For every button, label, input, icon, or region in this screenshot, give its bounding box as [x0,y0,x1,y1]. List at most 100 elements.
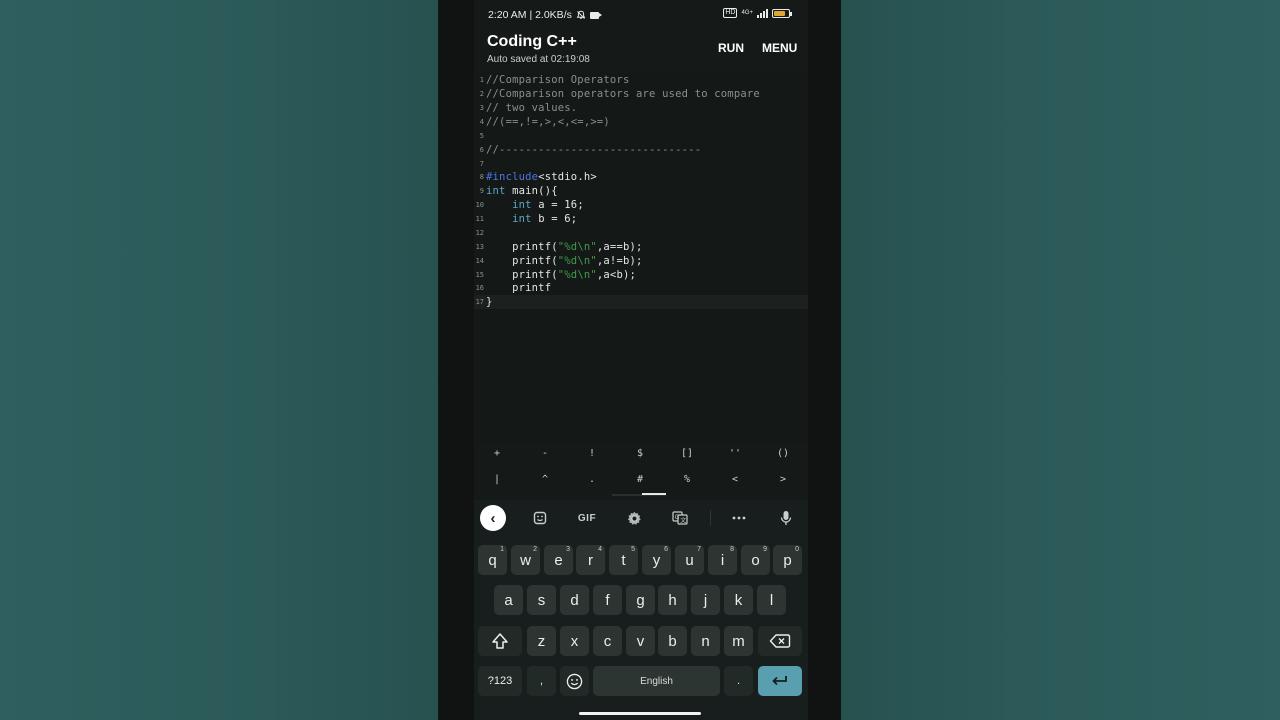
code-line[interactable]: 6 //------------------------------- [474,143,808,157]
key-s[interactable]: s [527,585,556,615]
shift-key[interactable] [478,626,522,656]
symbol-key[interactable]: # [625,474,655,485]
code-line[interactable]: 8 #include<stdio.h> [474,170,808,184]
key-e[interactable]: e3 [544,545,573,575]
symbol-key[interactable]: + [482,448,512,459]
key-i[interactable]: i8 [708,545,737,575]
code-line-current[interactable]: 17 } [474,295,808,309]
key-z[interactable]: z [527,626,556,656]
code-line[interactable]: 15 printf("%d\n",a<b); [474,268,808,282]
line-number: 11 [475,215,484,223]
symbol-key[interactable]: < [720,474,750,485]
key-q[interactable]: q1 [478,545,507,575]
emoji-key[interactable] [560,666,589,696]
key-d[interactable]: d [560,585,589,615]
key-j[interactable]: j [691,585,720,615]
autosave-status: Auto saved at 02:19:08 [487,54,590,65]
code-editor[interactable]: 1 //Comparison Operators 2 //Comparison … [474,73,808,443]
key-l[interactable]: l [757,585,786,615]
code-rest: b = 6; [531,213,578,225]
symbol-key[interactable]: . [577,474,607,485]
space-key[interactable]: English [593,666,720,696]
line-number: 5 [479,132,484,140]
code-line[interactable]: 10 int a = 16; [474,198,808,212]
line-number: 16 [475,284,484,292]
back-icon[interactable]: ‹ [480,505,506,531]
code-line[interactable]: 5 [474,129,808,143]
line-number: 3 [479,104,484,112]
keyboard-toolbar: ‹ GIF G文 [474,500,808,536]
backspace-key[interactable] [758,626,802,656]
key-t[interactable]: t5 [609,545,638,575]
key-a[interactable]: a [494,585,523,615]
line-number: 4 [479,118,484,126]
key-b[interactable]: b [658,626,687,656]
key-g[interactable]: g [626,585,655,615]
sticker-icon[interactable] [527,508,553,528]
key-u[interactable]: u7 [675,545,704,575]
code-text: int b = 6; [486,212,577,226]
more-icon[interactable] [726,508,752,528]
key-c[interactable]: c [593,626,622,656]
line-number: 9 [479,187,484,195]
comma-key[interactable]: , [527,666,556,696]
symbol-row-2: | ^ . # % < > [474,472,808,496]
key-w[interactable]: w2 [511,545,540,575]
mic-icon[interactable] [773,508,799,528]
toolbar-divider [710,510,711,526]
symbol-key[interactable]: | [482,474,512,485]
key-n[interactable]: n [691,626,720,656]
code-line[interactable]: 11 int b = 6; [474,212,808,226]
code-text: printf [486,282,552,294]
symbol-key[interactable]: [] [672,448,702,459]
code-rest: a = 16; [531,199,584,211]
run-button[interactable]: RUN [718,41,744,55]
key-y[interactable]: y6 [642,545,671,575]
translate-icon[interactable]: G文 [667,508,693,528]
symbol-key[interactable]: ! [577,448,607,459]
key-h[interactable]: h [658,585,687,615]
code-line[interactable]: 4 //(==,!=,>,<,<=,>=) [474,115,808,129]
symbols-key[interactable]: ?123 [478,666,522,696]
code-prefix: printf( [486,241,558,253]
keyword-token: int [512,213,532,225]
settings-icon[interactable] [621,508,647,528]
code-prefix: printf( [486,255,558,267]
gif-icon[interactable]: GIF [574,508,600,528]
symbol-key[interactable]: > [768,474,798,485]
symbol-key[interactable]: '' [720,448,750,459]
code-line[interactable]: 14 printf("%d\n",a!=b); [474,254,808,268]
symbol-key[interactable]: - [530,448,560,459]
symbol-key[interactable]: () [768,448,798,459]
code-line[interactable]: 7 [474,157,808,171]
period-key[interactable]: . [724,666,753,696]
symbol-key[interactable]: % [672,474,702,485]
key-r[interactable]: r4 [576,545,605,575]
symbol-key[interactable]: $ [625,448,655,459]
symbol-key[interactable]: ^ [530,474,560,485]
code-line[interactable]: 16 printf [474,281,808,295]
bell-muted-icon [576,10,586,19]
key-o[interactable]: o9 [741,545,770,575]
code-text: //Comparison operators are used to compa… [486,88,760,100]
menu-button[interactable]: MENU [762,41,797,55]
code-line[interactable]: 2 //Comparison operators are used to com… [474,87,808,101]
code-line[interactable]: 9 int main(){ [474,184,808,198]
line-number: 8 [479,173,484,181]
code-line[interactable]: 12 [474,226,808,240]
code-line[interactable]: 13 printf("%d\n",a==b); [474,240,808,254]
code-line[interactable]: 3 // two values. [474,101,808,115]
string-token: "%d\n" [557,269,597,281]
code-line[interactable]: 1 //Comparison Operators [474,73,808,87]
key-f[interactable]: f [593,585,622,615]
key-v[interactable]: v [626,626,655,656]
line-number: 2 [479,90,484,98]
key-p[interactable]: p0 [773,545,802,575]
enter-key[interactable] [758,666,802,696]
key-m[interactable]: m [724,626,753,656]
code-text: //------------------------------- [486,144,702,156]
navigation-handle[interactable] [579,712,701,715]
key-k[interactable]: k [724,585,753,615]
key-x[interactable]: x [560,626,589,656]
